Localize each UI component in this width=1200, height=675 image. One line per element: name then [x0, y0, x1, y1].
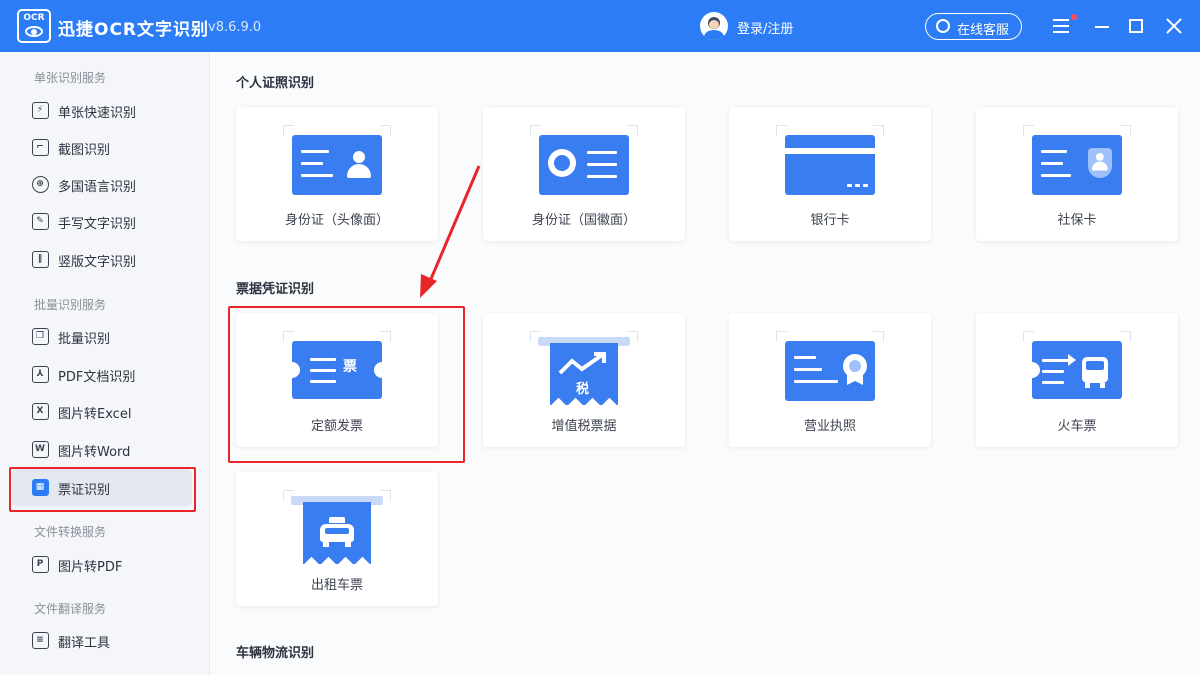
pointer-arrow [420, 165, 481, 298]
